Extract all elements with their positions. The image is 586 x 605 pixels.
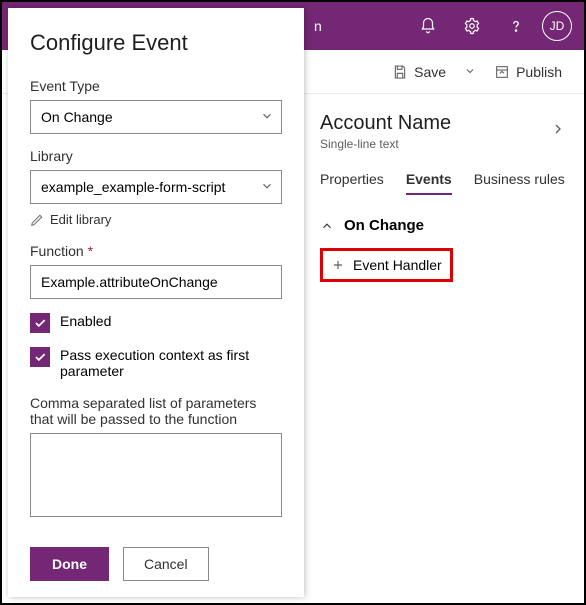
done-button[interactable]: Done [30,547,109,581]
event-type-select[interactable] [30,100,282,134]
field-tabs: Properties Events Business rules [320,171,566,195]
save-label: Save [414,64,446,80]
tab-properties[interactable]: Properties [320,171,384,195]
publish-icon [494,64,510,80]
save-button[interactable]: Save [384,60,454,84]
field-title: Account Name [320,112,451,135]
avatar-initials: JD [550,19,565,33]
cancel-button[interactable]: Cancel [123,547,209,581]
params-textarea[interactable] [30,433,282,517]
chevron-right-icon [550,121,566,137]
function-input[interactable] [30,265,282,299]
save-icon [392,64,408,80]
chevron-up-icon [320,219,334,233]
add-event-handler-button[interactable]: Event Handler [320,248,453,282]
tab-business-rules[interactable]: Business rules [474,171,565,195]
question-icon [507,17,525,35]
params-label: Comma separated list of parameters that … [30,395,282,427]
check-icon [33,350,47,364]
pencil-icon [30,213,44,227]
plus-icon [331,258,345,272]
edit-library-link[interactable]: Edit library [30,212,282,227]
user-avatar[interactable]: JD [542,11,572,41]
field-subtitle: Single-line text [320,137,451,151]
pass-context-checkbox[interactable] [30,347,50,367]
gear-icon [463,17,481,35]
library-select[interactable] [30,170,282,204]
library-label: Library [30,148,282,164]
tab-events[interactable]: Events [406,171,452,195]
configure-event-panel: Configure Event Event Type Library Edit … [8,8,304,597]
chevron-down-icon [464,65,476,77]
publish-button[interactable]: Publish [486,60,570,84]
add-event-handler-label: Event Handler [353,257,442,273]
check-icon [33,316,47,330]
enabled-label: Enabled [60,313,111,329]
events-section-onchange[interactable]: On Change [320,217,566,234]
edit-library-label: Edit library [50,212,111,227]
section-label: On Change [344,217,424,234]
settings-button[interactable] [454,8,490,44]
notifications-button[interactable] [410,8,446,44]
event-type-label: Event Type [30,78,282,94]
publish-label: Publish [516,64,562,80]
bell-icon [419,17,437,35]
pass-context-label: Pass execution context as first paramete… [60,347,282,379]
save-split-button[interactable] [458,60,482,84]
help-button[interactable] [498,8,534,44]
function-label: Function [30,243,282,259]
field-properties-panel: Account Name Single-line text Properties… [302,94,584,603]
app-title-fragment: n [314,18,321,34]
enabled-checkbox[interactable] [30,313,50,333]
panel-expand-button[interactable] [550,121,566,142]
panel-heading: Configure Event [30,30,282,56]
